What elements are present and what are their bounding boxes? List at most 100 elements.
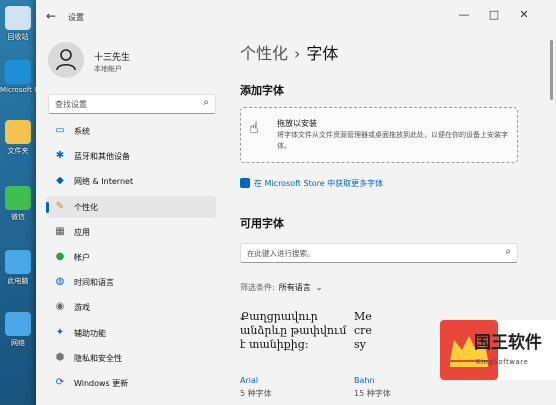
sidebar-item[interactable]: ✎ 个性化 — [46, 195, 216, 218]
wifi-icon: ◆ — [56, 175, 64, 187]
drop-title: 拖放以安装 — [277, 119, 317, 128]
desktop-icon-label: 此电脑 — [7, 277, 29, 285]
sidebar-item-label: 游戏 — [74, 303, 90, 313]
sidebar-item[interactable]: ◆ 网络 & Internet — [46, 170, 216, 192]
store-link-label: 在 Microsoft Store 中获取更多字体 — [254, 179, 384, 188]
avatar — [48, 42, 84, 78]
breadcrumb-separator: › — [294, 44, 301, 63]
apps-icon: ▦ — [55, 225, 65, 237]
desktop-icon[interactable]: 文件夹 — [0, 120, 36, 156]
search-icon[interactable]: ⌕ — [203, 97, 209, 108]
sidebar-item[interactable]: ⟳ Windows 更新 — [46, 372, 216, 394]
desktop-icon-label: 网络 — [11, 339, 25, 347]
watermark-logo: 国王软件 KingSoftware — [440, 320, 556, 380]
monitor-icon: ▭ — [55, 125, 65, 136]
desktop-icon[interactable]: 此电脑 — [0, 250, 36, 286]
search-icon[interactable]: ⌕ — [505, 246, 511, 257]
sidebar-item-label: 帐户 — [74, 252, 90, 262]
font-search-input[interactable]: 在此键入进行搜索。 ⌕ — [240, 243, 518, 263]
sidebar-item[interactable]: ▭ 系统 — [46, 120, 216, 142]
desktop-icon-image — [5, 186, 31, 210]
font-count: 15 种字体 — [354, 389, 391, 398]
add-fonts-heading: 添加字体 — [240, 84, 284, 97]
font-name: Bahn — [354, 376, 375, 385]
maximize-button[interactable]: □ — [484, 8, 504, 21]
window-title: 设置 — [68, 13, 84, 22]
font-name: Arial — [240, 376, 259, 385]
shield-icon: ⬢ — [55, 351, 65, 363]
desktop-icon[interactable]: 微信 — [0, 186, 36, 222]
sidebar-item[interactable]: ⬢ 隐私和安全性 — [46, 347, 216, 369]
font-drop-zone[interactable]: ☝ 拖放以安装 将字体文件从文件资源管理器或桌面拖放到此处，以便在你的设备上安装… — [240, 107, 518, 163]
account-type: 本地帐户 — [94, 65, 122, 73]
watermark-title: 国王软件 — [474, 333, 542, 353]
store-link[interactable]: 在 Microsoft Store 中获取更多字体 — [240, 178, 383, 189]
brush-icon: ✎ — [55, 200, 65, 212]
active-indicator — [46, 201, 49, 213]
desktop-icon[interactable]: 回收站 — [0, 6, 36, 42]
update-icon: ⟳ — [55, 376, 65, 388]
chevron-down-icon: ⌄ — [315, 283, 323, 292]
person-icon — [56, 49, 76, 71]
desktop-icon-label: 回收站 — [7, 33, 29, 41]
account-icon: ● — [55, 250, 65, 262]
scrollbar[interactable] — [550, 40, 553, 100]
font-sample: Քաղցրավուր անձրևը թափվում է տանիքից: — [240, 310, 347, 351]
watermark-subtitle: KingSoftware — [476, 358, 529, 366]
sidebar-nav: ▭ 系统 ✱ 蓝牙和其他设备 ◆ 网络 & Internet ✎ 个性化 ▦ 应用 ● 帐户 ◍ 时间和语… — [46, 120, 216, 397]
globe-clock-icon: ◍ — [55, 276, 65, 288]
search-placeholder: 查找设置 — [55, 100, 87, 109]
sidebar-item[interactable]: ◍ 时间和语言 — [46, 271, 216, 293]
store-icon — [240, 178, 250, 188]
font-sample: Me cre sy — [354, 310, 372, 351]
gamepad-icon: ◉ — [55, 301, 65, 313]
settings-window: ← 设置 — □ ✕ 十三先生 本地帐户 查找设置 ⌕ ▭ 系统 ✱ 蓝牙和其他设备 ◆… — [36, 0, 556, 405]
breadcrumb-parent[interactable]: 个性化 — [240, 44, 288, 63]
desktop-icon-image — [5, 60, 31, 84]
desktop-icon-image — [5, 250, 31, 274]
desktop-icon-label: Microsoft Edge — [0, 86, 36, 94]
sidebar-item-label: 个性化 — [74, 202, 98, 212]
available-fonts-heading: 可用字体 — [240, 217, 284, 230]
desktop-icon-image — [5, 312, 31, 336]
sidebar-item-label: 网络 & Internet — [74, 177, 134, 187]
language-filter[interactable]: 筛选条件: 所有语言 ⌄ — [240, 282, 322, 293]
sidebar-item[interactable]: ● 帐户 — [46, 246, 216, 268]
hand-pointer-icon: ☝ — [249, 118, 259, 137]
sidebar-item-label: 隐私和安全性 — [74, 353, 122, 363]
desktop-icon-label: 文件夹 — [7, 147, 29, 155]
sidebar-item[interactable]: ◉ 游戏 — [46, 296, 216, 318]
desktop-icon-label: 微信 — [11, 213, 25, 221]
font-card-bahn[interactable]: Me cre sy Bahn 15 种字体 — [354, 310, 400, 405]
drop-description: 将字体文件从文件资源管理器或桌面拖放到此处，以便在你的设备上安装字体。 — [277, 131, 508, 150]
title-bar: ← 设置 — □ ✕ — [36, 0, 556, 34]
bluetooth-icon: ✱ — [55, 150, 65, 162]
font-count: 5 种字体 — [240, 389, 272, 398]
settings-search-input[interactable]: 查找设置 ⌕ — [48, 94, 216, 114]
sidebar-item-label: 蓝牙和其他设备 — [74, 152, 130, 162]
user-name: 十三先生 — [94, 53, 131, 63]
sidebar-item-label: Windows 更新 — [74, 378, 129, 388]
sidebar-item-label: 应用 — [74, 227, 90, 237]
filter-value: 所有语言 — [278, 283, 311, 292]
sidebar-item-label: 时间和语言 — [74, 278, 114, 288]
sidebar-item[interactable]: ✱ 蓝牙和其他设备 — [46, 145, 216, 167]
font-search-placeholder: 在此键入进行搜索。 — [247, 249, 315, 258]
desktop-icon[interactable]: 网络 — [0, 312, 36, 348]
sidebar-item-label: 辅助功能 — [74, 328, 106, 338]
desktop-icon[interactable]: Microsoft Edge — [0, 60, 36, 94]
sidebar-item[interactable]: ✦ 辅助功能 — [46, 322, 216, 344]
close-button[interactable]: ✕ — [514, 8, 534, 21]
arrow-left-icon[interactable]: ← — [46, 9, 56, 23]
minimize-button[interactable]: — — [454, 8, 474, 21]
font-card-arial[interactable]: Քաղցրավուր անձրևը թափվում է տանիքից: Ari… — [240, 310, 350, 405]
desktop-icon-image — [5, 6, 31, 30]
filter-label: 筛选条件: — [240, 283, 275, 292]
breadcrumb: 个性化 › 字体 — [240, 40, 338, 64]
sidebar-item[interactable]: ▦ 应用 — [46, 221, 216, 243]
accessibility-icon: ✦ — [55, 326, 65, 338]
page-title: 字体 — [306, 44, 339, 63]
user-card[interactable]: 十三先生 本地帐户 — [48, 42, 228, 82]
desktop-icon-image — [5, 120, 31, 144]
sidebar-item-label: 系统 — [74, 127, 90, 136]
